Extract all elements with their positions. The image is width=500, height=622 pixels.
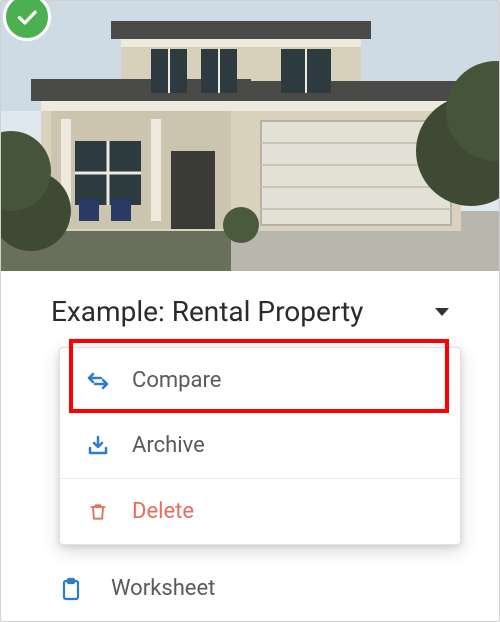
property-hero-image (1, 1, 499, 271)
menu-item-delete[interactable]: Delete (60, 479, 460, 544)
card-title: Example: Rental Property (51, 295, 363, 328)
compare-icon (86, 369, 110, 393)
property-card: Example: Rental Property Compare (0, 0, 500, 622)
caret-down-icon (435, 308, 449, 316)
menu-item-label: Delete (132, 499, 194, 524)
trash-icon (86, 500, 110, 524)
card-title-dropdown-trigger[interactable]: Example: Rental Property (51, 295, 459, 328)
check-icon (14, 4, 40, 30)
menu-item-label: Compare (132, 368, 221, 393)
card-actions-menu: Compare Archive Delete (59, 347, 461, 545)
archive-icon (86, 434, 110, 458)
clipboard-icon (59, 577, 83, 601)
card-body: Example: Rental Property Compare (1, 271, 499, 621)
menu-item-compare[interactable]: Compare (60, 348, 460, 413)
menu-item-archive[interactable]: Archive (60, 413, 460, 478)
menu-item-label: Archive (132, 433, 205, 458)
action-label: Worksheet (111, 576, 215, 601)
